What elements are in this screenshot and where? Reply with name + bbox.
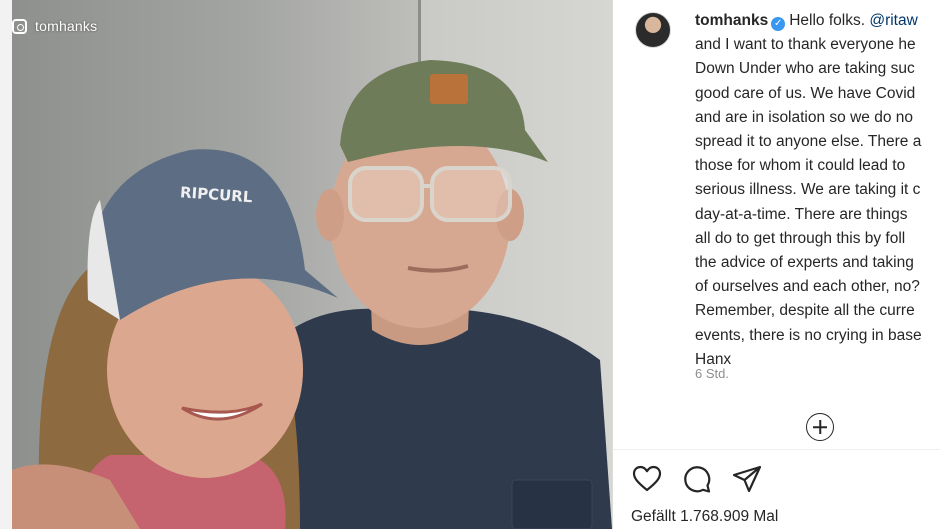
caption-line: and are in isolation so we do no [695, 108, 914, 126]
post-caption: tomhanks ✓ Hello folks. @ritaw and I want … [695, 9, 940, 372]
photo-watermark: tomhanks [12, 18, 97, 34]
caption-line: Hanx [695, 350, 732, 368]
caption-line: and I want to thank everyone he [695, 36, 916, 54]
caption-line: the advice of experts and taking [695, 254, 914, 272]
divider [613, 449, 940, 450]
caption-line: good care of us. We have Covid [695, 84, 916, 102]
username-link[interactable]: tomhanks [695, 12, 768, 29]
avatar[interactable] [635, 12, 671, 48]
post-photo[interactable]: RIPCURL tomhanks [0, 0, 612, 529]
watermark-handle: tomhanks [35, 18, 98, 34]
caption-line: events, there is no crying in base [695, 326, 922, 344]
photo-illustration: RIPCURL [12, 60, 612, 529]
caption-line: Remember, despite all the curre [695, 302, 915, 320]
comment-icon[interactable] [681, 463, 713, 495]
caption-line: Down Under who are taking suc [695, 60, 915, 78]
caption-line: day-at-a-time. There are things [695, 205, 908, 223]
verified-badge-icon: ✓ [771, 17, 786, 31]
share-icon[interactable] [731, 463, 763, 495]
likes-count[interactable]: Gefällt 1.768.909 Mal [631, 508, 778, 526]
add-circle-icon[interactable] [806, 413, 834, 441]
caption-line: those for whom it could lead to [695, 157, 906, 175]
caption-prefix: Hello folks. [789, 12, 870, 29]
instagram-icon [12, 18, 27, 34]
caption-line: serious illness. We are taking it c [695, 181, 921, 199]
caption-first-line: tomhanks ✓ Hello folks. @ritaw [695, 9, 940, 33]
post-timestamp[interactable]: 6 Std. [695, 366, 729, 381]
mention-link[interactable]: @ritaw [869, 12, 917, 29]
caption-line: of ourselves and each other, no? [695, 278, 920, 296]
caption-line: all do to get through this by foll [695, 229, 906, 247]
caption-line: spread it to anyone else. There a [695, 133, 922, 151]
post-actions [631, 463, 763, 495]
heart-icon[interactable] [631, 463, 663, 495]
post-sidebar: tomhanks ✓ Hello folks. @ritaw and I want … [612, 0, 940, 529]
